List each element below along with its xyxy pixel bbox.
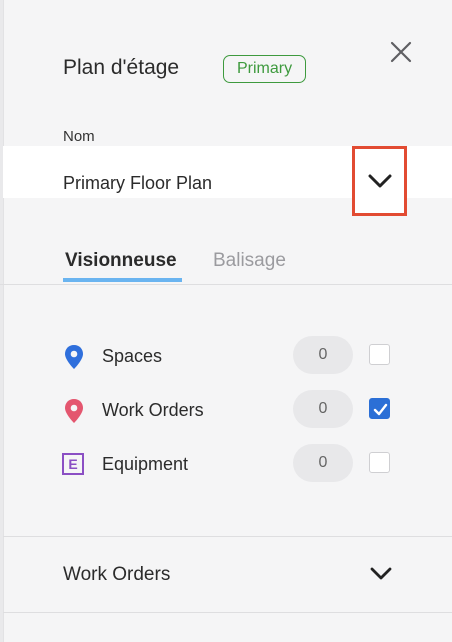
divider xyxy=(3,612,452,613)
layer-visibility-checkbox[interactable] xyxy=(369,398,390,419)
layer-row-spaces: Spaces 0 xyxy=(0,336,452,376)
layer-label: Work Orders xyxy=(102,400,204,420)
tab-bar: Visionneuse Balisage xyxy=(0,240,452,285)
floor-plan-select-value: Primary Floor Plan xyxy=(63,173,213,193)
work-orders-section-toggle[interactable]: Work Orders xyxy=(0,537,452,612)
panel-header: Plan d'étage Primary xyxy=(0,0,452,120)
close-icon xyxy=(390,41,412,63)
close-button[interactable] xyxy=(388,39,414,65)
page-title: Plan d'étage xyxy=(63,56,180,79)
layer-label: Equipment xyxy=(102,454,189,474)
section-title: Work Orders xyxy=(63,564,171,585)
map-pin-icon xyxy=(65,345,83,369)
layer-visibility-checkbox[interactable] xyxy=(369,452,390,473)
active-tab-indicator xyxy=(63,278,182,282)
tab-markup[interactable]: Balisage xyxy=(213,250,286,272)
layer-count: 0 xyxy=(293,390,353,428)
status-badge: Primary xyxy=(223,55,307,83)
layer-row-work-orders: Work Orders 0 xyxy=(0,390,452,430)
layer-label: Spaces xyxy=(102,346,163,366)
layer-visibility-checkbox[interactable] xyxy=(369,344,390,365)
tab-viewer[interactable]: Visionneuse xyxy=(65,250,177,272)
map-pin-icon xyxy=(65,399,83,423)
floor-plan-dropdown-button[interactable] xyxy=(352,146,407,216)
chevron-down-icon xyxy=(368,174,392,188)
floor-plan-name-label: Nom xyxy=(63,128,95,145)
layer-count: 0 xyxy=(293,336,353,374)
checkmark-icon xyxy=(373,403,388,416)
layer-count: 0 xyxy=(293,444,353,482)
layer-row-equipment: E Equipment 0 xyxy=(0,444,452,484)
floor-plan-select[interactable]: Primary Floor Plan xyxy=(3,146,452,216)
equipment-icon: E xyxy=(62,453,84,475)
chevron-down-icon xyxy=(370,567,392,580)
